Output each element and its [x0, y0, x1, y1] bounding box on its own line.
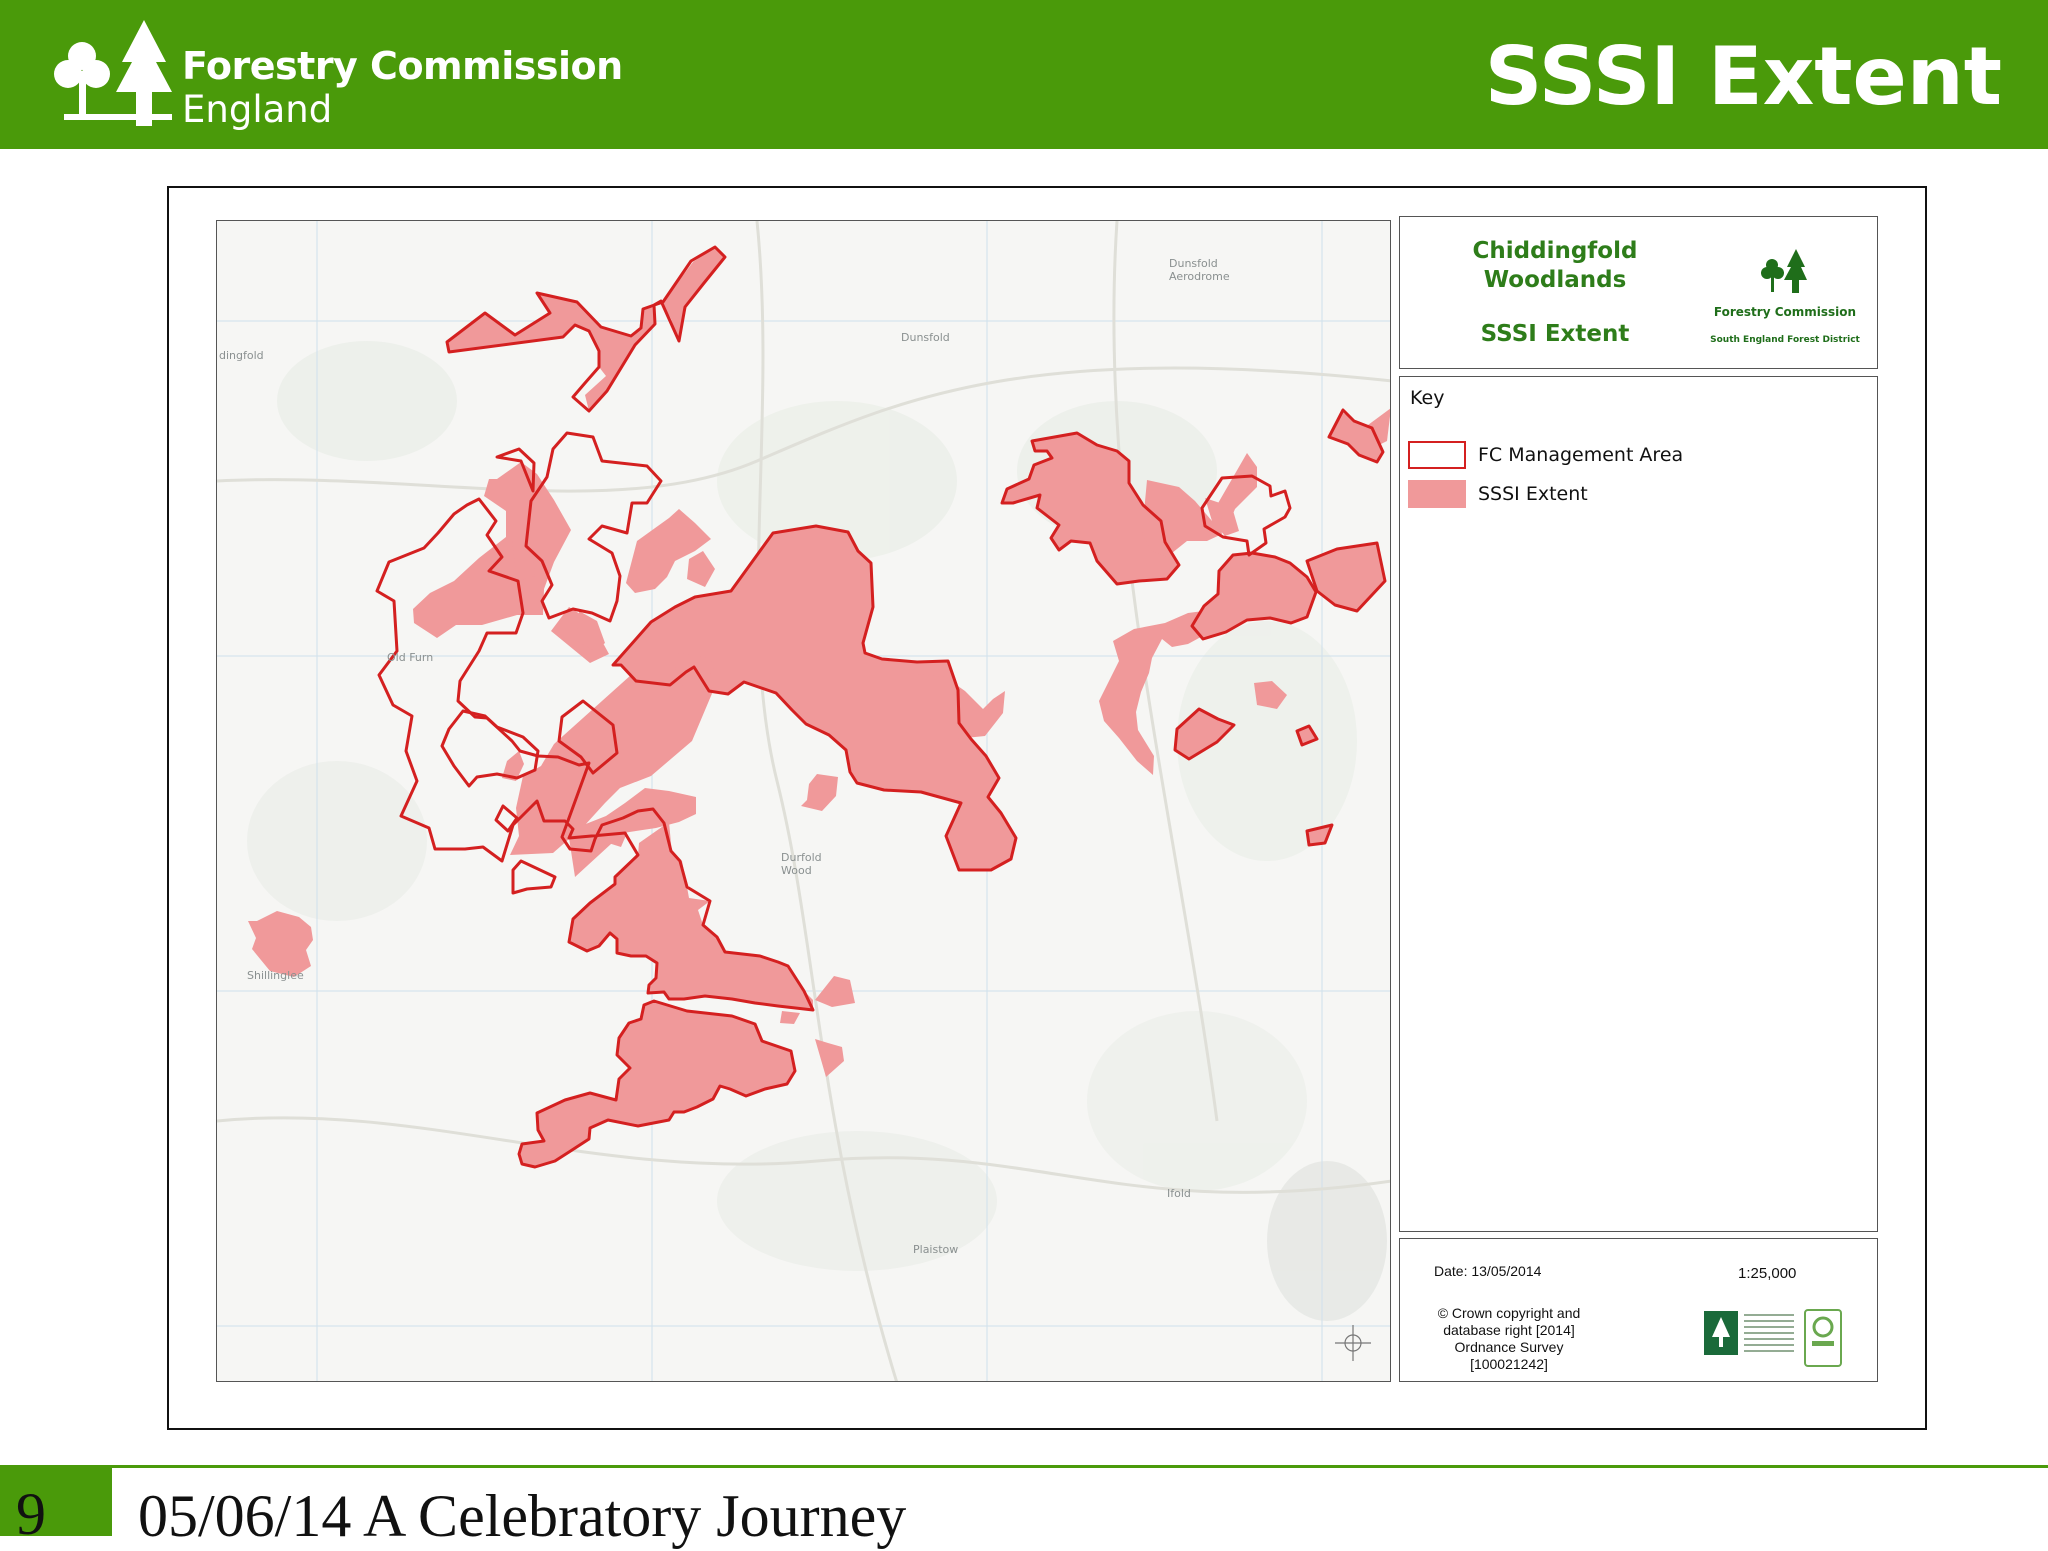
fsc-certification-icon — [1704, 1311, 1794, 1355]
map-label-plaistow: Plaistow — [913, 1243, 959, 1256]
footer-divider — [0, 1465, 2048, 1468]
map-canvas — [217, 221, 1390, 1381]
key-heading: Key — [1410, 387, 1445, 409]
key-label-fc-management: FC Management Area — [1478, 444, 1684, 466]
map-area[interactable]: Dunsfold Aerodrome Dunsfold dingfold Old… — [216, 220, 1391, 1382]
tree-logo-icon — [54, 20, 172, 126]
footer-text: 05/06/14 A Celebratory Journey — [138, 1483, 907, 1549]
org-name: Forestry Commission — [182, 44, 623, 88]
sssi-extent-swatch — [1408, 480, 1466, 508]
key-label-sssi-extent: SSSI Extent — [1478, 483, 1588, 505]
map-label-ifold: Ifold — [1167, 1187, 1191, 1200]
fc-management-swatch — [1408, 441, 1466, 469]
map-label-dunsfold-aerodrome: Dunsfold Aerodrome — [1169, 257, 1230, 283]
fc-district-logo: Forestry Commission South England Forest… — [1700, 247, 1870, 347]
map-title-panel: Chiddingfold Woodlands SSSI Extent Fores… — [1399, 216, 1878, 369]
map-title: Chiddingfold Woodlands — [1472, 238, 1638, 293]
page-number: 9 — [16, 1481, 46, 1547]
map-scale: 1:25,000 — [1738, 1265, 1797, 1282]
map-label-shillinglee: Shillinglee — [247, 969, 304, 982]
pefc-certification-icon — [1804, 1309, 1842, 1367]
copyright-notice: © Crown copyright and database right [20… — [1437, 1305, 1581, 1372]
key-panel: Key FC Management Area SSSI Extent — [1399, 376, 1878, 1232]
header-bar: Forestry Commission England SSSI Extent — [0, 0, 2048, 149]
slide-title: SSSI Extent — [1484, 30, 2002, 123]
forestry-commission-logo: Forestry Commission England — [52, 16, 623, 136]
north-arrow-icon — [1335, 1325, 1371, 1361]
map-label-durfold-wood: Durfold Wood — [781, 851, 822, 877]
org-region: England — [182, 88, 333, 131]
map-subtitle: SSSI Extent — [1480, 321, 1630, 347]
map-label-dunsfold: Dunsfold — [901, 331, 950, 344]
fc-district-text: South England Forest District — [1710, 335, 1860, 345]
map-label-old-furnace: Old Furn — [387, 651, 434, 664]
map-date: Date: 13/05/2014 — [1434, 1263, 1542, 1279]
tree-logo-icon — [1761, 249, 1807, 293]
fc-logo-text: Forestry Commission — [1713, 305, 1857, 319]
info-panel: Date: 13/05/2014 1:25,000 © Crown copyri… — [1399, 1238, 1878, 1382]
map-label-chiddingfold: dingfold — [219, 349, 264, 362]
